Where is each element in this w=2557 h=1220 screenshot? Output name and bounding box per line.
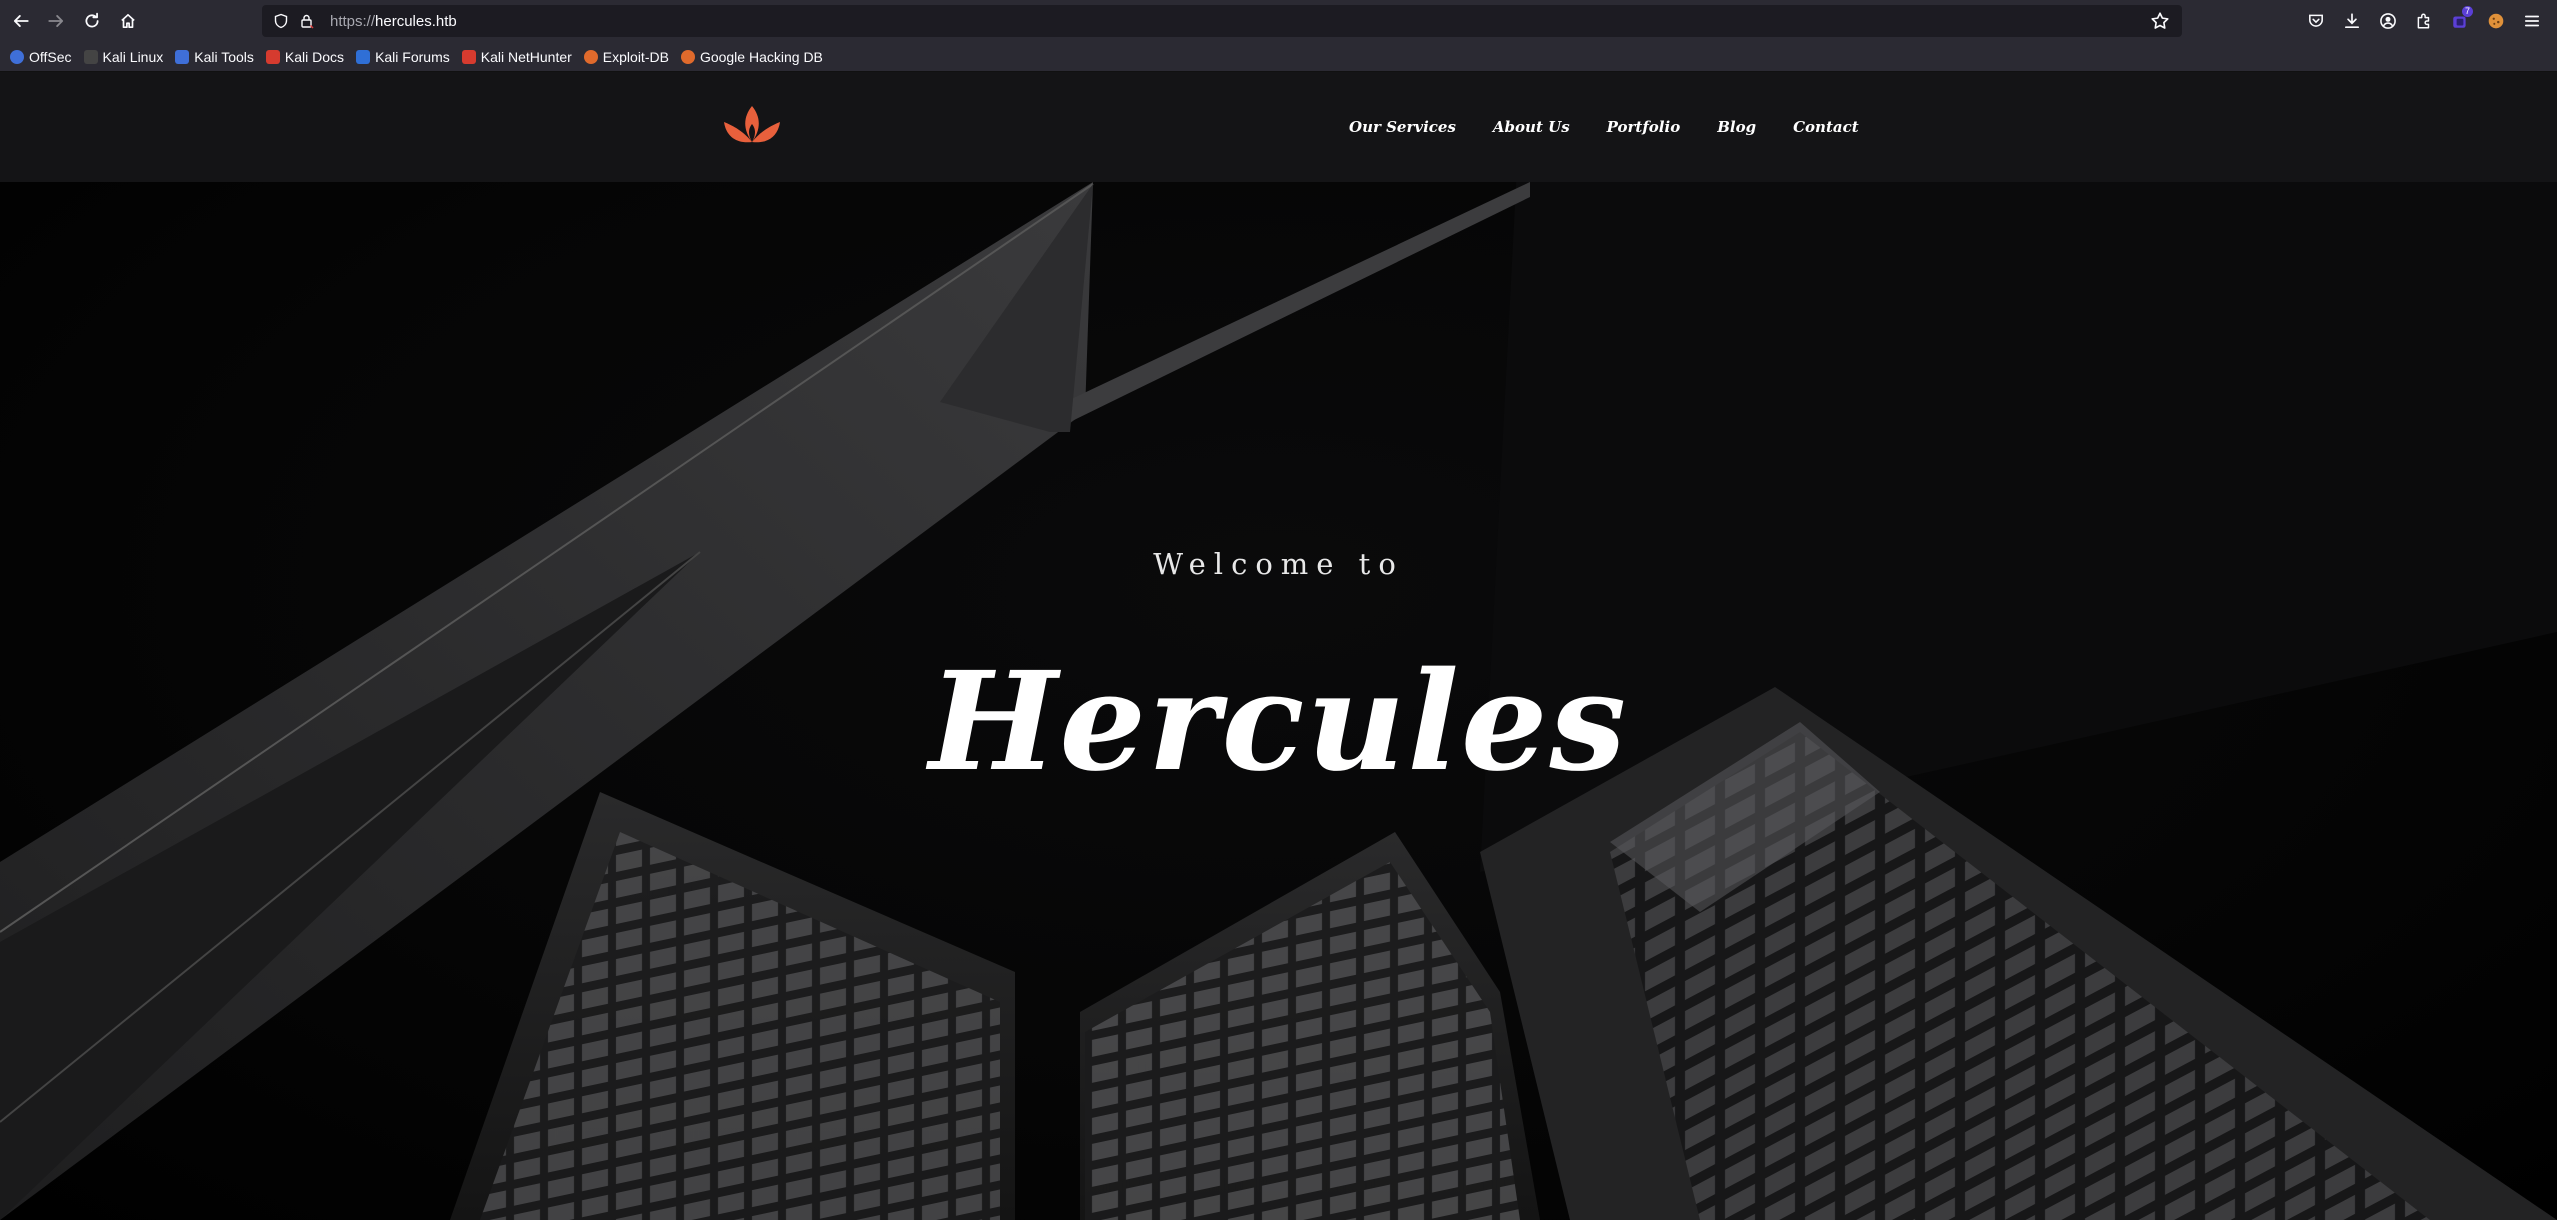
extension-badge-count: 7 (2461, 6, 2473, 17)
bookmarks-bar: OffSec Kali Linux Kali Tools Kali Docs K… (0, 42, 2557, 72)
forward-button[interactable] (38, 3, 74, 39)
bookmark-kali-linux[interactable]: Kali Linux (80, 45, 170, 69)
address-bar[interactable]: https://hercules.htb (262, 5, 2182, 37)
arrow-right-icon (48, 15, 64, 27)
url-host: hercules.htb (375, 12, 457, 30)
back-button[interactable] (3, 3, 39, 39)
url-scheme: https:// (330, 12, 376, 30)
bookmark-label: OffSec (29, 48, 72, 65)
bookmark-star-icon[interactable] (2150, 11, 2170, 31)
page-viewport: Our Services About Us Portfolio Blog Con… (0, 72, 2557, 1220)
puzzle-icon (2417, 13, 2430, 29)
bookmark-kali-docs[interactable]: Kali Docs (262, 45, 350, 69)
bookmark-label: Kali Docs (284, 48, 345, 65)
kali-forums-icon (356, 49, 371, 64)
kali-dragon-icon (83, 49, 98, 64)
bookmark-kali-forums[interactable]: Kali Forums (352, 45, 456, 69)
kali-docs-icon (265, 49, 280, 64)
extensions-button[interactable] (2407, 3, 2441, 39)
account-icon (2380, 13, 2396, 29)
home-icon (121, 13, 135, 29)
bookmark-label: Kali Forums (375, 48, 450, 65)
bookmark-label: Google Hacking DB (699, 48, 823, 65)
browser-toolbar: https://hercules.htb 7 (0, 0, 2557, 42)
url-text[interactable]: https://hercules.htb (330, 13, 457, 30)
site-security-lock-icon[interactable] (298, 12, 316, 30)
bookmark-label: Kali NetHunter (480, 48, 572, 65)
hamburger-menu-icon (2524, 15, 2540, 27)
nav-about-us[interactable]: About Us (1493, 118, 1570, 136)
account-button[interactable] (2371, 3, 2405, 39)
bookmark-label: Kali Tools (194, 48, 254, 65)
tracking-protection-shield-icon[interactable] (272, 12, 290, 30)
app-menu-button[interactable] (2515, 3, 2549, 39)
offsec-favicon-icon (10, 49, 24, 64)
main-nav: Our Services About Us Portfolio Blog Con… (1349, 72, 1896, 182)
home-button[interactable] (110, 3, 146, 39)
bookmark-kali-tools[interactable]: Kali Tools (171, 45, 260, 69)
nav-portfolio[interactable]: Portfolio (1607, 118, 1681, 136)
lotus-logo-icon[interactable] (720, 102, 784, 152)
kali-tools-icon (175, 49, 190, 64)
nav-our-services[interactable]: Our Services (1349, 118, 1456, 136)
reload-button[interactable] (74, 3, 110, 39)
cookie-extension-button[interactable] (2479, 3, 2513, 39)
download-icon (2344, 13, 2360, 29)
nav-contact[interactable]: Contact (1793, 118, 1859, 136)
bookmark-offsec[interactable]: OffSec (6, 45, 78, 69)
exploit-db-icon (583, 49, 598, 64)
cookie-icon (2488, 13, 2504, 29)
bookmark-label: Exploit-DB (602, 48, 669, 65)
toolbar-right-icons: 7 (2299, 3, 2549, 39)
arrow-left-icon (13, 15, 29, 27)
bookmark-label: Kali Linux (102, 48, 164, 65)
kali-nethunter-icon (461, 49, 476, 64)
bookmark-google-hacking-db[interactable]: Google Hacking DB (677, 45, 829, 69)
bookmark-exploit-db[interactable]: Exploit-DB (580, 45, 675, 69)
downloads-button[interactable] (2335, 3, 2369, 39)
hero-welcome-text: Welcome to (1153, 547, 1404, 581)
site-header: Our Services About Us Portfolio Blog Con… (0, 72, 2557, 182)
pocket-icon (2309, 14, 2323, 27)
extension-badge-button[interactable]: 7 (2443, 3, 2477, 39)
bookmark-kali-nethunter[interactable]: Kali NetHunter (458, 45, 578, 69)
pocket-button[interactable] (2299, 3, 2333, 39)
nav-blog[interactable]: Blog (1717, 118, 1756, 136)
reload-icon (85, 12, 99, 28)
hero-title: Hercules (928, 642, 1629, 802)
ghdb-icon (680, 49, 695, 64)
